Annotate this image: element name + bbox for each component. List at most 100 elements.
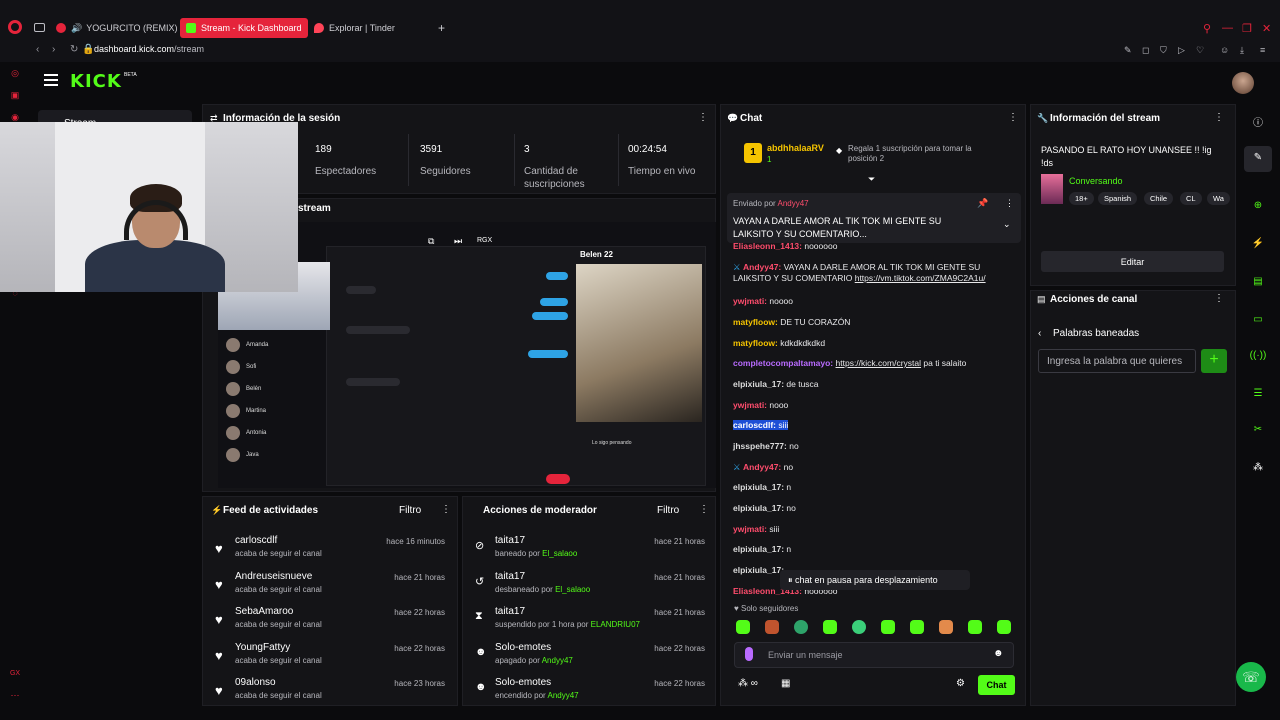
- chat-username[interactable]: elpixiula_17:: [733, 503, 784, 513]
- add-widget-icon[interactable]: ⁂: [1244, 462, 1272, 482]
- mod-by[interactable]: El_salaoo: [555, 585, 590, 594]
- emoji-icon[interactable]: ☻: [993, 648, 1004, 659]
- tool-icon[interactable]: ✂: [1244, 424, 1272, 444]
- channel-actions-menu-icon[interactable]: ⋮: [1214, 293, 1224, 304]
- gx-icon[interactable]: GX: [9, 670, 21, 682]
- add-word-button[interactable]: +: [1201, 349, 1227, 373]
- edit-pencil-icon[interactable]: ✎: [1244, 146, 1272, 172]
- category-thumbnail[interactable]: [1041, 174, 1063, 204]
- emote-icon[interactable]: [823, 620, 837, 634]
- bag-icon[interactable]: ▣: [9, 90, 21, 102]
- chat-username[interactable]: elpixiula_17:: [733, 544, 784, 554]
- emote-icon[interactable]: [765, 620, 779, 634]
- chat-username[interactable]: matyfloow:: [733, 338, 778, 348]
- mod-target[interactable]: Solo-emotes: [495, 677, 551, 688]
- back-chevron-icon[interactable]: ‹: [1038, 328, 1041, 339]
- chat-username[interactable]: Andyy47:: [743, 262, 781, 272]
- chat-paused-notice[interactable]: ⏸ chat en pausa para desplazamiento: [780, 570, 970, 590]
- pinned-by-user[interactable]: Andyy47: [777, 199, 808, 208]
- extensions-icon[interactable]: ⁂ ∞: [738, 678, 758, 689]
- tab-tinder[interactable]: Explorar | Tinder: [314, 20, 395, 36]
- hamburger-menu-icon[interactable]: [44, 74, 58, 86]
- reload-icon[interactable]: ↻: [70, 44, 78, 55]
- close-icon[interactable]: ✕: [1262, 22, 1271, 35]
- emote-icon[interactable]: [794, 620, 808, 634]
- chat-link[interactable]: https://kick.com/crystal: [836, 358, 922, 368]
- document-icon[interactable]: ▤: [1244, 276, 1272, 296]
- chat-username[interactable]: ywjmati:: [733, 400, 767, 410]
- chat-username[interactable]: Andyy47:: [743, 462, 781, 472]
- mod-by[interactable]: Andyy47: [542, 656, 573, 665]
- play-icon[interactable]: ▷: [1178, 45, 1185, 56]
- tab-kick-dashboard[interactable]: Stream - Kick Dashboard: [180, 18, 308, 38]
- chat-username[interactable]: elpixiula_17:: [733, 379, 784, 389]
- heart-icon[interactable]: ♡: [1196, 45, 1204, 56]
- aria-icon[interactable]: ◎: [9, 68, 21, 80]
- more-rail-icon[interactable]: ⋯: [9, 690, 21, 702]
- chat-username[interactable]: matyfloow:: [733, 317, 778, 327]
- top-gifter-name[interactable]: abdhhalaaRV: [767, 143, 824, 153]
- chat-input[interactable]: Enviar un mensaje: [734, 642, 1014, 668]
- session-menu-icon[interactable]: ⋮: [698, 112, 708, 123]
- maximize-icon[interactable]: ❐: [1242, 22, 1252, 35]
- chat-bubble-icon[interactable]: ▭: [1244, 314, 1272, 334]
- chat-username[interactable]: completocompaltamayo:: [733, 358, 833, 368]
- shield-icon[interactable]: ⛉: [1160, 45, 1167, 56]
- chat-username[interactable]: ywjmati:: [733, 296, 767, 306]
- mod-target[interactable]: Solo-emotes: [495, 642, 551, 653]
- feed-name[interactable]: 09alonso: [235, 677, 276, 688]
- chat-send-button[interactable]: Chat: [978, 675, 1015, 695]
- mod-by[interactable]: Andyy47: [548, 691, 579, 700]
- new-tab-button[interactable]: +: [438, 20, 445, 36]
- feed-name[interactable]: SebaAmaroo: [235, 606, 293, 617]
- chevron-down-icon[interactable]: ⏷: [868, 174, 875, 185]
- mod-target[interactable]: taita17: [495, 535, 525, 546]
- profile-icon[interactable]: ☺: [1220, 45, 1229, 55]
- chat-username[interactable]: jhsspehe777:: [733, 441, 787, 451]
- edit-button[interactable]: Editar: [1041, 251, 1224, 272]
- emote-icon[interactable]: [939, 620, 953, 634]
- emote-icon[interactable]: [881, 620, 895, 634]
- stream-info-menu-icon[interactable]: ⋮: [1214, 112, 1224, 123]
- menu-icon[interactable]: ≡: [1260, 45, 1265, 55]
- search-icon[interactable]: ⚲: [1203, 22, 1211, 35]
- chat-username[interactable]: elpixiula_17:: [733, 565, 784, 575]
- mod-menu-icon[interactable]: ⋮: [699, 504, 709, 515]
- mod-by[interactable]: ELANDRIU07: [591, 620, 640, 629]
- chat-username[interactable]: ywjmati:: [733, 524, 767, 534]
- mod-filter-button[interactable]: Filtro: [657, 505, 679, 516]
- chat-username[interactable]: carloscdlf:: [733, 420, 776, 430]
- emote-icon[interactable]: [910, 620, 924, 634]
- url-field[interactable]: dashboard.kick.com/stream: [94, 44, 204, 54]
- emote-icon[interactable]: [736, 620, 750, 634]
- back-icon[interactable]: ‹: [36, 44, 39, 55]
- user-avatar[interactable]: [1232, 72, 1254, 94]
- chat-menu-icon[interactable]: ⋮: [1008, 112, 1018, 123]
- emote-icon[interactable]: [852, 620, 866, 634]
- store-icon[interactable]: ▦: [781, 678, 790, 689]
- list-icon[interactable]: ☰: [1244, 388, 1272, 408]
- chat-link[interactable]: https://vm.tiktok.com/ZMA9C2A1u/: [855, 273, 986, 283]
- pin-icon[interactable]: 📌: [977, 198, 988, 209]
- screenshot-icon[interactable]: ◻: [1142, 45, 1149, 56]
- download-icon[interactable]: ⤓: [1240, 45, 1244, 56]
- mod-by[interactable]: El_salaoo: [542, 549, 577, 558]
- info-icon[interactable]: ⓘ: [1244, 114, 1272, 134]
- kick-logo[interactable]: KICK: [70, 71, 122, 92]
- lightning-icon[interactable]: ⚡: [1244, 238, 1272, 258]
- mod-target[interactable]: taita17: [495, 606, 525, 617]
- broadcast-icon[interactable]: ((·)): [1244, 350, 1272, 370]
- feed-filter-button[interactable]: Filtro: [399, 505, 421, 516]
- feed-name[interactable]: Andreuseisnueve: [235, 571, 312, 582]
- feed-name[interactable]: YoungFattyy: [235, 642, 290, 653]
- banned-word-input[interactable]: Ingresa la palabra que quieres: [1038, 349, 1196, 373]
- opera-logo-icon[interactable]: [8, 20, 22, 34]
- pin-icon[interactable]: ✎: [1124, 45, 1132, 56]
- pinned-menu-icon[interactable]: ⋮: [1005, 198, 1014, 209]
- chat-settings-icon[interactable]: ⚙: [956, 678, 965, 689]
- chat-username[interactable]: elpixiula_17:: [733, 482, 784, 492]
- feed-name[interactable]: carloscdlf: [235, 535, 277, 546]
- tab-music[interactable]: 🔊 YOGURCITO (REMIX): [56, 20, 178, 36]
- mod-target[interactable]: taita17: [495, 571, 525, 582]
- pinned-message[interactable]: Enviado por Andyy47 VAYAN A DARLE AMOR A…: [727, 193, 1021, 243]
